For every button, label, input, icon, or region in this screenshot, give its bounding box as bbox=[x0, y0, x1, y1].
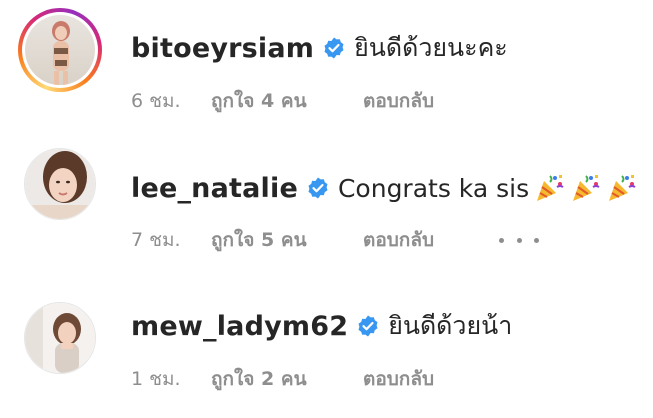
likes-count-button[interactable]: ถูกใจ 2 คน bbox=[211, 364, 363, 394]
comment-meta: 6 ชม. ถูกใจ 4 คน ตอบกลับ bbox=[131, 86, 434, 116]
party-popper-icon bbox=[573, 175, 600, 201]
comment-item: mew_ladym62 ยินดีด้วยน้า 1 ชม. ถูกใจ 2 ค… bbox=[0, 276, 653, 406]
reply-button[interactable]: ตอบกลับ bbox=[363, 364, 434, 394]
reply-button[interactable]: ตอบกลับ bbox=[363, 86, 434, 116]
likes-count-button[interactable]: ถูกใจ 4 คน bbox=[211, 86, 363, 116]
verified-badge-icon bbox=[324, 37, 344, 59]
comment-item: lee_natalie Congrats ka sis 7 ชม. ถูกใจ … bbox=[0, 138, 653, 268]
timestamp[interactable]: 7 ชม. bbox=[131, 225, 211, 255]
likes-count-button[interactable]: ถูกใจ 5 คน bbox=[211, 225, 363, 255]
username-link[interactable]: mew_ladym62 bbox=[131, 311, 348, 342]
profile-photo-icon bbox=[25, 149, 95, 219]
comment-text: ยินดีด้วยน้า bbox=[388, 311, 513, 340]
profile-photo-icon bbox=[25, 303, 95, 373]
party-popper-icon bbox=[537, 175, 564, 201]
username-link[interactable]: bitoeyrsiam bbox=[131, 33, 314, 64]
timestamp[interactable]: 6 ชม. bbox=[131, 86, 211, 116]
avatar[interactable] bbox=[18, 8, 102, 92]
verified-badge-icon bbox=[358, 315, 378, 337]
comment-item: bitoeyrsiam ยินดีด้วยนะคะ 6 ชม. ถูกใจ 4 … bbox=[0, 0, 653, 130]
profile-photo-icon bbox=[25, 15, 95, 85]
comment-header: lee_natalie Congrats ka sis bbox=[131, 168, 637, 208]
comment-meta: 7 ชม. ถูกใจ 5 คน ตอบกลับ bbox=[131, 225, 434, 255]
reply-button[interactable]: ตอบกลับ bbox=[363, 225, 434, 255]
comment-header: mew_ladym62 ยินดีด้วยน้า bbox=[131, 306, 512, 346]
avatar[interactable] bbox=[24, 148, 96, 220]
dot bbox=[516, 237, 522, 243]
username-link[interactable]: lee_natalie bbox=[131, 173, 298, 204]
verified-badge-icon bbox=[308, 177, 328, 199]
dot bbox=[534, 237, 539, 243]
comment-header: bitoeyrsiam ยินดีด้วยนะคะ bbox=[131, 28, 508, 68]
avatar[interactable] bbox=[24, 302, 96, 374]
comment-meta: 1 ชม. ถูกใจ 2 คน ตอบกลับ bbox=[131, 364, 434, 394]
story-ring-inner bbox=[22, 12, 98, 88]
more-options-icon[interactable] bbox=[499, 225, 539, 255]
timestamp[interactable]: 1 ชม. bbox=[131, 364, 211, 394]
comment-text: ยินดีด้วยนะคะ bbox=[354, 33, 508, 62]
dot bbox=[499, 237, 504, 243]
comment-text: Congrats ka sis bbox=[337, 173, 530, 203]
party-popper-icon bbox=[609, 175, 636, 201]
